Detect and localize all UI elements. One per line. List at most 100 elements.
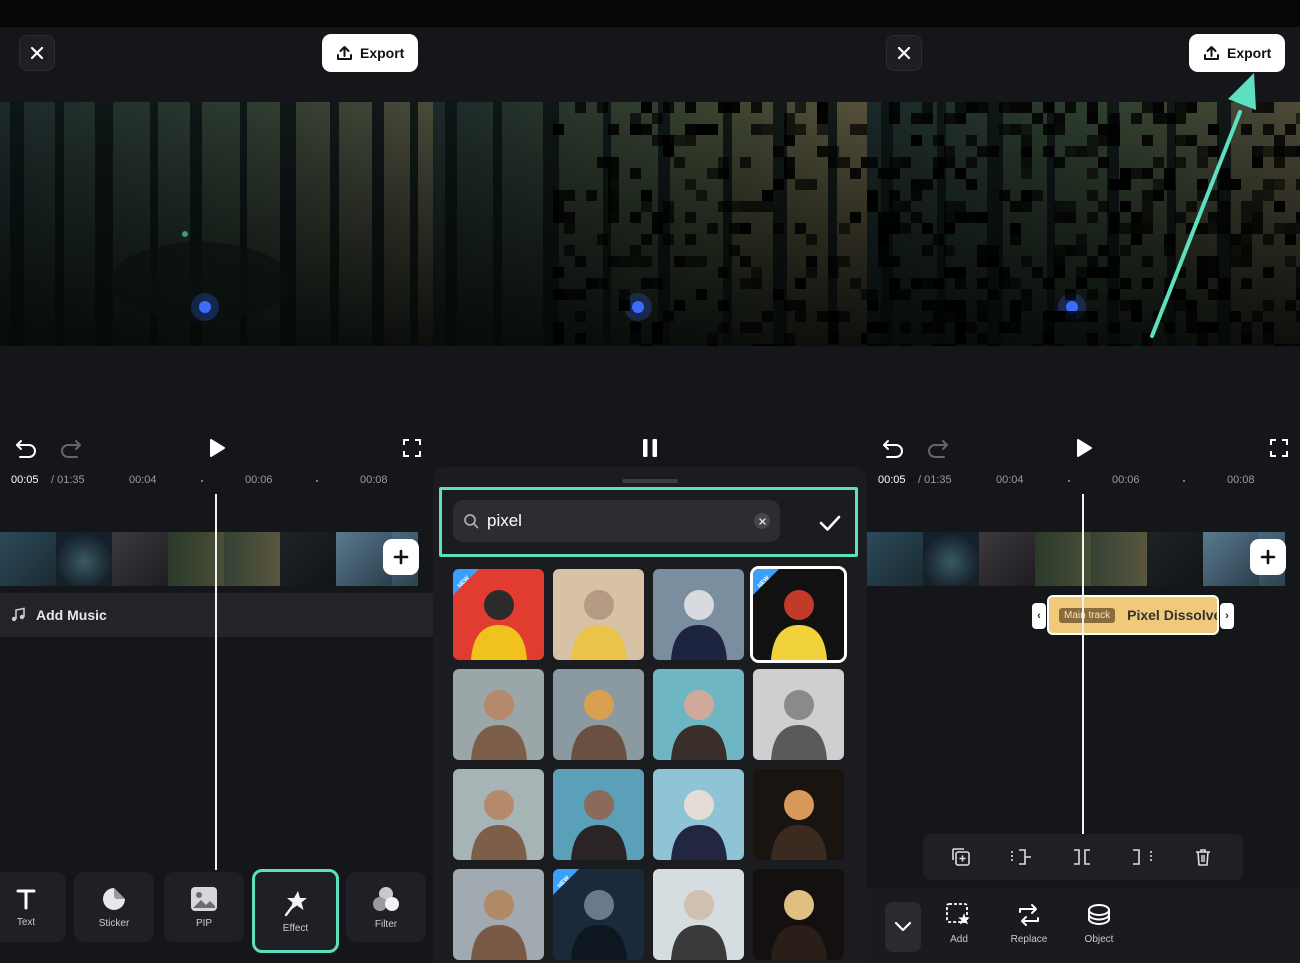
chevron-down-icon bbox=[894, 921, 912, 932]
add-effect-button[interactable]: Add bbox=[931, 902, 987, 945]
tick-label: 00:06 bbox=[245, 474, 273, 486]
collapse-button[interactable] bbox=[885, 902, 921, 952]
effect-thumbnail[interactable] bbox=[753, 769, 844, 860]
clip-thumbnail bbox=[224, 532, 280, 586]
new-badge: NEW bbox=[453, 569, 479, 595]
timeline-ruler: 00:05 / 01:35 00:04 00:06 00:08 bbox=[0, 474, 433, 490]
video-track[interactable] bbox=[867, 532, 1285, 586]
fullscreen-button[interactable] bbox=[397, 433, 427, 463]
close-button[interactable] bbox=[19, 35, 55, 71]
effect-thumbnail[interactable] bbox=[653, 869, 744, 960]
tick-label: 00:06 bbox=[1112, 474, 1140, 486]
tick-label: 00:04 bbox=[996, 474, 1024, 486]
search-input[interactable]: pixel bbox=[453, 500, 780, 542]
clip-trim-handle-right[interactable]: › bbox=[1220, 603, 1234, 629]
replace-button[interactable]: Replace bbox=[1001, 902, 1057, 945]
undo-button[interactable] bbox=[878, 433, 908, 463]
effect-thumbnail[interactable] bbox=[753, 669, 844, 760]
effect-thumbnail[interactable] bbox=[653, 769, 744, 860]
confirm-button[interactable] bbox=[816, 509, 844, 537]
tool-label: Sticker bbox=[98, 917, 130, 929]
filter-tool-button[interactable]: Filter bbox=[346, 872, 426, 942]
clip-thumbnail bbox=[867, 532, 923, 586]
redo-button[interactable] bbox=[923, 433, 953, 463]
pause-button[interactable] bbox=[635, 433, 665, 463]
replace-icon bbox=[1019, 904, 1039, 926]
tool-label: Replace bbox=[1010, 934, 1048, 945]
plus-icon bbox=[393, 549, 409, 565]
total-time: / 01:35 bbox=[918, 474, 952, 486]
split-right-icon bbox=[1133, 849, 1152, 865]
tool-label: PIP bbox=[195, 917, 213, 929]
effect-thumbnail[interactable]: NEW bbox=[553, 869, 644, 960]
split-left-icon bbox=[1011, 849, 1031, 865]
effect-thumbnail[interactable] bbox=[653, 669, 744, 760]
new-badge: NEW bbox=[553, 869, 579, 895]
effect-thumbnail[interactable] bbox=[753, 869, 844, 960]
play-button[interactable] bbox=[1069, 433, 1099, 463]
text-tool-button[interactable]: Text bbox=[0, 872, 66, 942]
main-track-badge: Main track bbox=[1059, 607, 1116, 623]
split-right-button[interactable] bbox=[1130, 845, 1154, 869]
clip-thumbnail bbox=[280, 532, 336, 586]
effect-thumbnail[interactable] bbox=[553, 569, 644, 660]
undo-icon bbox=[883, 440, 903, 458]
tick-dot bbox=[201, 480, 203, 482]
effect-thumbnail[interactable] bbox=[453, 869, 544, 960]
timeline-ruler: 00:05 / 01:35 00:04 00:06 00:08 bbox=[867, 474, 1300, 490]
effect-clip[interactable]: Main track Pixel Dissolve bbox=[1047, 595, 1219, 635]
search-icon bbox=[464, 514, 479, 529]
clip-thumbnail bbox=[112, 532, 168, 586]
delete-icon bbox=[1196, 849, 1210, 866]
close-icon bbox=[897, 46, 911, 60]
split-left-button[interactable] bbox=[1009, 845, 1033, 869]
clear-search-button[interactable] bbox=[754, 513, 770, 529]
sticker-tool-button[interactable]: Sticker bbox=[74, 872, 154, 942]
split-button[interactable] bbox=[1070, 845, 1094, 869]
effect-thumbnail[interactable] bbox=[553, 669, 644, 760]
delete-button[interactable] bbox=[1191, 845, 1215, 869]
plus-icon bbox=[1260, 549, 1276, 565]
tool-label: Effect bbox=[282, 922, 309, 934]
play-icon bbox=[1077, 439, 1092, 457]
video-preview-pixelated bbox=[867, 102, 1300, 346]
add-clip-button[interactable] bbox=[383, 539, 419, 575]
export-button[interactable]: Export bbox=[1189, 34, 1286, 72]
effect-thumbnail[interactable] bbox=[553, 769, 644, 860]
new-badge: NEW bbox=[753, 569, 779, 595]
effect-preview bbox=[653, 669, 744, 760]
effect-preview bbox=[753, 669, 844, 760]
video-track[interactable] bbox=[0, 532, 418, 586]
effect-thumbnail[interactable]: NEW bbox=[453, 569, 544, 660]
duplicate-button[interactable] bbox=[949, 845, 973, 869]
effect-thumbnail[interactable] bbox=[453, 669, 544, 760]
effect-tool-button[interactable]: Effect bbox=[252, 869, 339, 953]
clip-trim-handle-left[interactable]: ‹ bbox=[1032, 603, 1046, 629]
clip-thumbnail bbox=[1091, 532, 1147, 586]
tick-label: 00:04 bbox=[129, 474, 157, 486]
export-button[interactable]: Export bbox=[322, 34, 419, 72]
redo-icon bbox=[928, 440, 948, 458]
filter-icon bbox=[373, 886, 399, 911]
drag-handle[interactable] bbox=[622, 479, 678, 483]
redo-button[interactable] bbox=[56, 433, 86, 463]
playhead[interactable] bbox=[1082, 494, 1084, 834]
undo-button[interactable] bbox=[11, 433, 41, 463]
effects-sheet: pixel NEW NEW NEW bbox=[433, 467, 867, 963]
effect-clip-name: Pixel Dissolve bbox=[1127, 607, 1219, 623]
fullscreen-icon bbox=[403, 439, 421, 457]
fullscreen-button[interactable] bbox=[1264, 433, 1294, 463]
effect-thumbnail[interactable] bbox=[653, 569, 744, 660]
playhead[interactable] bbox=[215, 494, 217, 870]
video-preview bbox=[0, 102, 433, 346]
effect-thumbnail[interactable]: NEW bbox=[753, 569, 844, 660]
pip-icon bbox=[191, 886, 217, 911]
pip-tool-button[interactable]: PIP bbox=[164, 872, 244, 942]
play-button[interactable] bbox=[202, 433, 232, 463]
pause-icon bbox=[643, 439, 657, 457]
add-effect-icon bbox=[946, 903, 970, 925]
effect-thumbnail[interactable] bbox=[453, 769, 544, 860]
close-button[interactable] bbox=[886, 35, 922, 71]
add-clip-button[interactable] bbox=[1250, 539, 1286, 575]
object-button[interactable]: Object bbox=[1071, 902, 1127, 945]
